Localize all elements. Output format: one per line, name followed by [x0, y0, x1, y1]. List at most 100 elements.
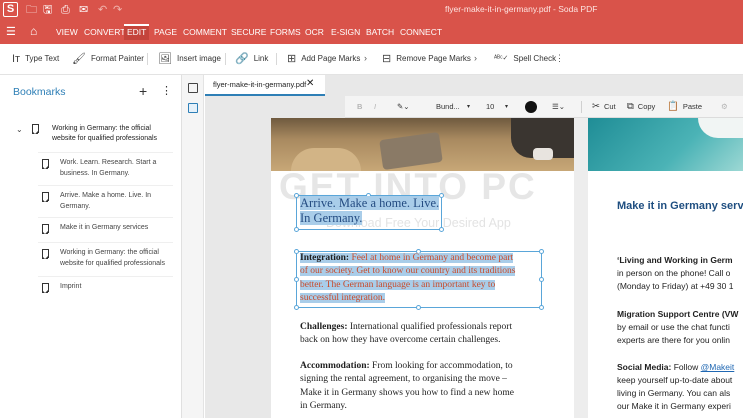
bookmark-item[interactable]: Working in Germany: the official website… [38, 242, 173, 276]
paragraph-line[interactable]: our Make it in Germany experi [617, 400, 731, 412]
italic-icon[interactable]: I [374, 101, 376, 113]
hamburger-menu-icon[interactable]: ☰ [6, 26, 16, 38]
resize-handle[interactable] [294, 277, 299, 282]
paragraph-line: Feel at home in Germany and become part [349, 253, 514, 263]
bookmark-item[interactable]: Arrive. Make a home. Live. In Germany. [38, 185, 173, 217]
integration-paragraph[interactable]: Integration: Feel at home in Germany and… [300, 252, 542, 305]
bookmark-label: Working in Germany: the official website… [60, 249, 166, 267]
more-options-icon[interactable]: ⋮ [161, 84, 172, 97]
undo-icon[interactable]: ↶ [98, 2, 107, 18]
align-icon[interactable]: ☰⌄ [552, 101, 565, 113]
resize-handle[interactable] [294, 193, 299, 198]
accommodation-paragraph[interactable]: Accommodation: From looking for accommod… [300, 360, 545, 413]
image-icon: 🖼 [158, 53, 172, 65]
chevron-down-icon[interactable]: ▾ [505, 101, 508, 113]
scissors-icon: ✂ [592, 101, 600, 112]
paragraph-line[interactable]: ‘Living and Working in Germ [617, 254, 733, 266]
resize-handle[interactable] [294, 305, 299, 310]
tab-secure[interactable]: SECURE [228, 24, 269, 40]
bold-icon[interactable]: B [357, 101, 362, 113]
tab-forms[interactable]: FORMS [267, 24, 304, 40]
bookmark-icon [32, 124, 39, 134]
type-text-button[interactable]: Iᴛ Type Text [12, 52, 59, 66]
section-heading[interactable]: Arrive. Make a home. Live. In Germany. [300, 196, 440, 225]
chevron-down-icon[interactable]: ▾ [467, 101, 470, 113]
mail-icon[interactable]: ✉ [79, 2, 88, 18]
resize-handle[interactable] [439, 227, 444, 232]
tab-comment[interactable]: COMMENT [180, 24, 230, 40]
resize-handle[interactable] [539, 305, 544, 310]
resize-handle[interactable] [416, 305, 421, 310]
link-button[interactable]: 🔗 Link [235, 52, 268, 66]
highlighter-icon[interactable]: ✎⌄ [397, 101, 410, 113]
cut-button[interactable]: ✂ Cut [592, 101, 616, 113]
tab-ocr[interactable]: OCR [302, 24, 327, 40]
chevron-right-icon[interactable]: › [364, 53, 367, 63]
tab-batch[interactable]: BATCH [363, 24, 397, 40]
pdf-page-2: Make it in Germany servi ‘Living and Wor… [588, 118, 743, 418]
resize-handle[interactable] [294, 249, 299, 254]
paragraph-line[interactable]: in person on the phone! Call o [617, 267, 730, 279]
soda-logo[interactable]: S [3, 2, 18, 17]
bookmarks-panel-icon[interactable] [188, 103, 198, 113]
paste-button[interactable]: 📋 Paste [667, 101, 702, 113]
bookmark-item[interactable]: Work. Learn. Research. Start a business.… [38, 152, 173, 185]
remove-page-marks-button[interactable]: ⊟ Remove Page Marks [382, 52, 471, 66]
add-page-marks-button[interactable]: ⊞ Add Page Marks [287, 52, 360, 66]
link-icon: 🔗 [235, 53, 249, 65]
bookmark-icon [42, 283, 49, 293]
toolbar-divider [225, 53, 226, 65]
photo-shape [698, 118, 743, 138]
insert-image-button[interactable]: 🖼 Insert image [158, 52, 221, 66]
folder-icon[interactable]: 🗀 [26, 2, 37, 18]
bookmark-item[interactable]: Imprint [38, 276, 173, 300]
redo-icon[interactable]: ↷ [113, 2, 122, 18]
tab-edit[interactable]: EDIT [124, 24, 150, 40]
photo-shape [533, 148, 553, 160]
social-media-line[interactable]: Social Media: Follow @Makeit [617, 361, 734, 373]
remove-page-marks-label: Remove Page Marks [396, 54, 471, 64]
resize-handle[interactable] [294, 227, 299, 232]
add-bookmark-icon[interactable]: + [139, 83, 147, 99]
chevron-down-icon[interactable]: ⌄ [16, 125, 23, 134]
title-bar: S 🗀 🖫 ⎙ ✉ ↶ ↷ flyer-make-it-in-germany.p… [0, 0, 743, 20]
tab-connect[interactable]: CONNECT [397, 24, 445, 40]
bookmark-item[interactable]: Make it in Germany services [38, 217, 173, 242]
services-heading[interactable]: Make it in Germany servi [617, 200, 743, 212]
format-painter-button[interactable]: 🖌 Format Painter [72, 52, 144, 66]
paragraph-label: Integration: [300, 253, 350, 263]
font-size-select[interactable]: 10 [486, 101, 494, 113]
thumbnails-icon[interactable] [188, 83, 198, 93]
paragraph-line[interactable]: keep yourself up-to-date about [617, 374, 732, 386]
print-icon[interactable]: ⎙ [61, 2, 70, 18]
tab-e-sign[interactable]: E-SIGN [328, 24, 363, 40]
type-text-icon: Iᴛ [12, 53, 21, 65]
font-family-select[interactable]: Bund... [436, 101, 460, 113]
close-icon[interactable]: ✕ [306, 78, 314, 89]
tab-page[interactable]: PAGE [151, 24, 180, 40]
paragraph-line[interactable]: by email or use the chat functi [617, 321, 730, 333]
paragraph-line[interactable]: Migration Support Centre (VW [617, 308, 738, 320]
document-tab[interactable]: flyer-make-it-in-germany.pdf ✕ [205, 75, 325, 96]
home-icon[interactable]: ⌂ [30, 24, 37, 38]
save-icon[interactable]: 🖫 [43, 2, 52, 18]
page-gap-scroll [574, 118, 588, 418]
paragraph-line[interactable]: (Monday to Friday) at +49 30 1 [617, 280, 733, 292]
challenges-paragraph[interactable]: Challenges: International qualified prof… [300, 321, 545, 348]
spell-check-button[interactable]: ᴬᴮᶜ✓ Spell Check [494, 52, 556, 66]
tab-view[interactable]: VIEW [53, 24, 81, 40]
paragraph-line: signing the rental agreement, to organis… [300, 374, 507, 385]
text-color-swatch[interactable] [525, 101, 537, 113]
copy-button[interactable]: ⧉ Copy [627, 101, 655, 113]
paragraph-line[interactable]: experts are there for you onlin [617, 334, 730, 346]
paragraph-line[interactable]: living in Germany. You can als [617, 387, 730, 399]
bookmark-label: Work. Learn. Research. Start a business.… [60, 159, 157, 177]
social-handle-link[interactable]: @Makeit [701, 362, 735, 372]
resize-handle[interactable] [439, 193, 444, 198]
tab-convert[interactable]: CONVERT [81, 24, 128, 40]
paragraph-line: Make it in Germany shows you how to find… [300, 387, 514, 398]
chevron-right-icon[interactable]: › [474, 53, 477, 63]
settings-icon[interactable]: ⚙ [721, 101, 728, 113]
more-options-icon[interactable]: ⋮ [555, 53, 564, 64]
paragraph-line: in Germany. [300, 400, 347, 411]
